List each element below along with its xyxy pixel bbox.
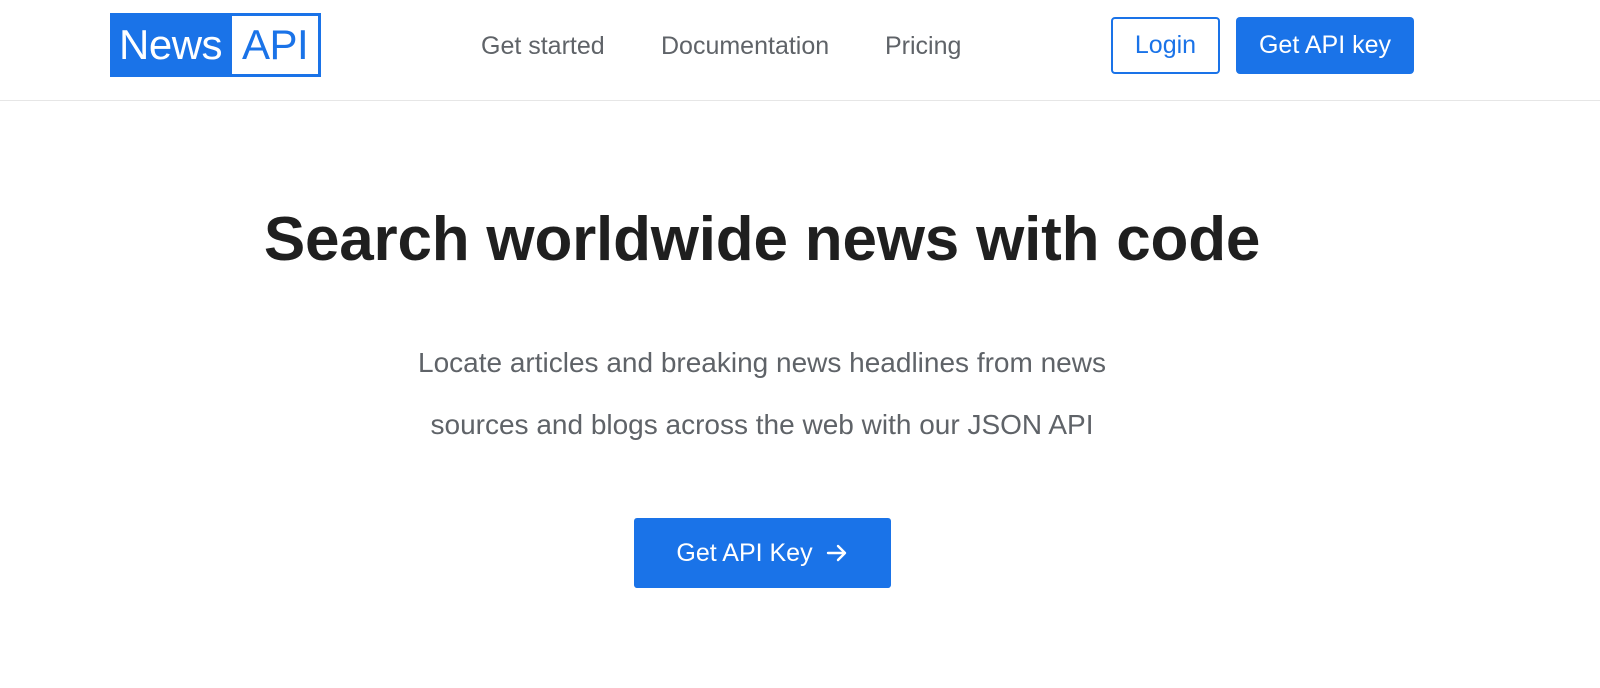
arrow-right-icon [825,541,849,565]
hero-subtitle-line-1: Locate articles and breaking news headli… [418,347,1106,378]
login-button[interactable]: Login [1111,17,1220,74]
nav-get-started[interactable]: Get started [481,29,605,63]
hero-title: Search worldwide news with code [263,205,1261,274]
hero-subtitle: Locate articles and breaking news headli… [362,332,1162,456]
cta-label: Get API Key [676,538,813,567]
get-api-key-header-button[interactable]: Get API key [1236,17,1414,74]
site-header: News API Get started Documentation Prici… [0,0,1600,101]
logo-api-text: API [232,16,319,74]
get-api-key-cta-button[interactable]: Get API Key [634,518,891,588]
nav-pricing[interactable]: Pricing [885,29,961,63]
nav-documentation[interactable]: Documentation [661,29,829,63]
hero-subtitle-line-2: sources and blogs across the web with ou… [430,409,1094,440]
logo-news-text: News [113,16,233,74]
newsapi-logo[interactable]: News API [110,13,322,77]
